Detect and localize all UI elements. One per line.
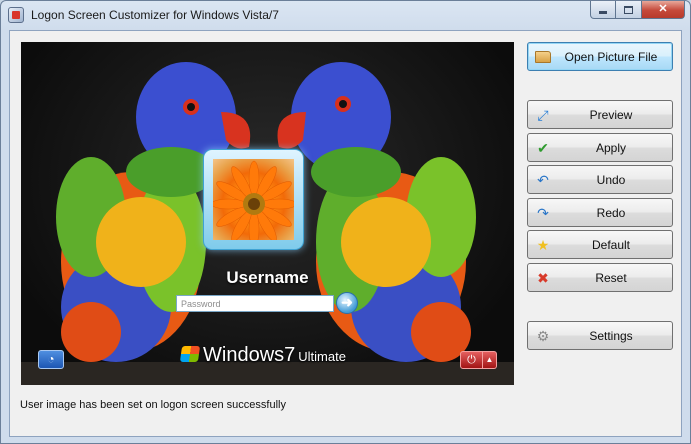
windows-flag-icon [179,346,201,362]
gear-icon: ⚙ [536,328,550,344]
password-field[interactable] [176,295,334,312]
app-icon [8,7,24,23]
checkmark-icon: ✔ [537,140,549,156]
client-area: Username ➜ Windows7 Ultimate ◔ ⏻ ▲ Open P… [9,30,682,437]
windows-brand-logo: Windows7 Ultimate [179,344,346,367]
caption-buttons: ✕ [590,1,685,19]
user-tile[interactable] [203,149,304,250]
default-button[interactable]: ★ Default [527,230,673,259]
fullscreen-icon: ⤢ [537,107,549,123]
redo-button[interactable]: ↷ Redo [527,198,673,227]
maximize-icon [624,5,633,14]
power-options-arrow-icon[interactable]: ▲ [483,351,497,369]
submit-arrow-icon[interactable]: ➜ [336,292,358,314]
logon-preview: Username ➜ Windows7 Ultimate ◔ ⏻ ▲ [21,42,514,385]
app-window: Logon Screen Customizer for Windows Vist… [0,0,691,444]
open-picture-file-button[interactable]: Open Picture File [527,42,673,71]
settings-button[interactable]: ⚙ Settings [527,321,673,350]
close-icon: ✕ [658,3,668,15]
folder-icon [535,49,551,65]
reset-button[interactable]: ✖ Reset [527,263,673,292]
window-title: Logon Screen Customizer for Windows Vist… [31,8,279,22]
minimize-button[interactable] [590,1,616,19]
maximize-button[interactable] [616,1,642,19]
power-icon[interactable]: ⏻ [460,351,483,369]
ease-of-access-icon[interactable]: ◔ [38,350,64,369]
minimize-icon [599,10,607,14]
username-label: Username [226,268,309,287]
brand-name: Windows [203,344,285,366]
redo-arrow-icon: ↷ [537,205,549,221]
x-mark-icon: ✖ [537,270,549,286]
undo-arrow-icon: ↶ [537,172,549,188]
undo-button[interactable]: ↶ Undo [527,165,673,194]
gerbera-flower-image [213,160,294,240]
close-button[interactable]: ✕ [642,1,685,19]
star-icon: ★ [536,237,550,253]
status-message: User image has been set on logon screen … [20,399,286,411]
brand-edition: Ultimate [298,349,346,364]
brand-version: 7 [284,344,296,366]
title-bar[interactable]: Logon Screen Customizer for Windows Vist… [1,1,690,29]
preview-button[interactable]: ⤢ Preview [527,100,673,129]
apply-button[interactable]: ✔ Apply [527,133,673,162]
user-picture [213,159,294,240]
